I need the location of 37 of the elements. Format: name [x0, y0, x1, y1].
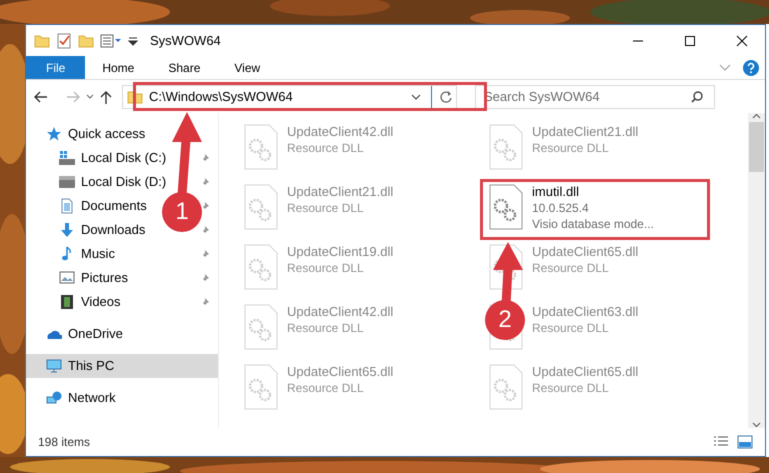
file-detail: Resource DLL	[532, 140, 610, 156]
ribbon-tab[interactable]: View	[217, 56, 278, 79]
ribbon-tab[interactable]: Share	[151, 56, 218, 79]
file-name[interactable]: UpdateClient65.dll	[287, 364, 394, 380]
ribbon-tab[interactable]: Home	[85, 56, 152, 79]
nav-item[interactable]: This PC	[26, 354, 218, 378]
file-name[interactable]: UpdateClient42.dll	[287, 304, 394, 320]
file-detail: Visio database mode...	[532, 216, 654, 232]
nav-item[interactable]: Network	[26, 386, 218, 410]
file-name[interactable]: UpdateClient21.dll	[532, 124, 638, 140]
file-name[interactable]: UpdateClient42.dll	[287, 124, 394, 140]
file-name[interactable]: UpdateClient65.dll	[532, 244, 638, 260]
file-detail: Resource DLL	[532, 320, 610, 336]
nav-item[interactable]: OneDrive	[26, 322, 218, 346]
file-name[interactable]: imutil.dll	[532, 184, 654, 200]
file-detail: Resource DLL	[287, 380, 365, 396]
nav-item[interactable]: Quick access	[26, 122, 218, 146]
file-detail: Resource DLL	[287, 200, 365, 216]
file-name[interactable]: UpdateClient19.dll	[287, 244, 394, 260]
window-title: SysWOW64	[150, 32, 221, 50]
file-name[interactable]: UpdateClient21.dll	[287, 184, 394, 200]
file-detail: 10.0.525.4	[532, 200, 590, 216]
file-detail: Resource DLL	[287, 260, 365, 276]
file-name[interactable]: UpdateClient63.dll	[532, 304, 638, 320]
nav-item[interactable]: Local Disk (C:)	[26, 146, 218, 170]
item-count: 198 items	[38, 434, 90, 451]
nav-item[interactable]: Local Disk (D:)	[26, 170, 218, 194]
file-detail: Resource DLL	[532, 260, 610, 276]
nav-item[interactable]: Pictures	[26, 266, 218, 290]
file-detail: Resource DLL	[532, 380, 610, 396]
file-name[interactable]: UpdateClient65.dll	[532, 364, 638, 380]
file-menu-button[interactable]: File	[26, 56, 86, 79]
file-detail: Resource DLL	[287, 140, 365, 156]
nav-item[interactable]: Music	[26, 242, 218, 266]
file-detail: Resource DLL	[287, 320, 365, 336]
nav-item[interactable]: Videos	[26, 290, 218, 314]
address-bar[interactable]: C:\Windows\SysWOW64	[122, 84, 457, 108]
